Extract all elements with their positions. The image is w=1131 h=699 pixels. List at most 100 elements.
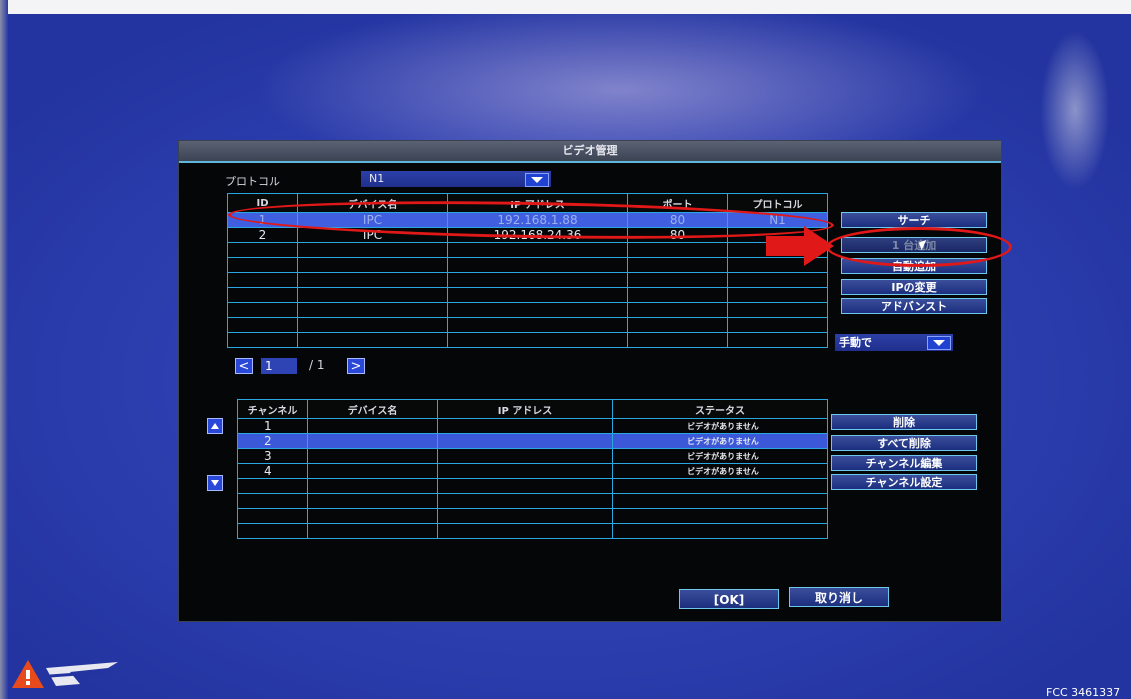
table-row[interactable]: 2 ビデオがありません (237, 433, 828, 449)
cell (307, 478, 438, 494)
cell (437, 523, 613, 539)
brand-logo (12, 660, 118, 688)
page-total: / 1 (309, 358, 325, 372)
cell (307, 463, 438, 479)
protocol-select[interactable]: N1 (361, 171, 551, 187)
cell (727, 317, 828, 333)
add-mode-value: 手動で (839, 336, 872, 349)
table-row[interactable] (227, 272, 828, 288)
col-header-device-name: デバイス名 (307, 399, 438, 419)
prev-page-button[interactable]: < (235, 358, 253, 374)
change-ip-button[interactable]: IPの変更 (841, 279, 987, 295)
cell (447, 332, 628, 348)
cell: 2 (227, 227, 298, 243)
cell (612, 493, 828, 509)
cell (307, 418, 438, 434)
cell (627, 302, 728, 318)
cell (627, 287, 728, 303)
cell (612, 478, 828, 494)
cell: ビデオがありません (612, 433, 828, 449)
scroll-down-button[interactable] (207, 475, 223, 491)
cell (727, 287, 828, 303)
cell: 1 (237, 418, 308, 434)
cell (227, 257, 298, 273)
cell: 4 (237, 463, 308, 479)
cell (297, 287, 448, 303)
cell (447, 287, 628, 303)
cell (297, 302, 448, 318)
cell: 2 (237, 433, 308, 449)
cell (297, 242, 448, 258)
cell (297, 332, 448, 348)
cell (447, 317, 628, 333)
delete-all-button[interactable]: すべて削除 (831, 435, 977, 451)
cell (447, 257, 628, 273)
cell (307, 433, 438, 449)
table-row[interactable] (237, 523, 828, 539)
table-row[interactable] (227, 332, 828, 348)
add-mode-select[interactable]: 手動で (835, 334, 953, 351)
cell: ビデオがありません (612, 448, 828, 464)
cell (307, 523, 438, 539)
screen-glare (1040, 30, 1110, 190)
cell: ビデオがありません (612, 418, 828, 434)
table-row[interactable]: 3 ビデオがありません (237, 448, 828, 464)
cell (612, 508, 828, 524)
chevron-down-icon[interactable] (525, 173, 549, 187)
cell (227, 302, 298, 318)
cell (437, 478, 613, 494)
cell (437, 463, 613, 479)
table-row[interactable] (227, 317, 828, 333)
cell (627, 332, 728, 348)
channel-table: チャンネル デバイス名 IP アドレス ステータス 1 ビデオがありません 2 … (237, 399, 828, 539)
cell: 3 (237, 448, 308, 464)
edit-channel-button[interactable]: チャンネル編集 (831, 455, 977, 471)
table-row[interactable] (227, 257, 828, 273)
monitor-bezel (0, 0, 1131, 14)
table-row[interactable] (227, 242, 828, 258)
cell (237, 478, 308, 494)
cell (227, 287, 298, 303)
cell (437, 493, 613, 509)
delete-button[interactable]: 削除 (831, 414, 977, 430)
table-row[interactable]: 4 ビデオがありません (237, 463, 828, 479)
serial-label: FCC 3461337 (1046, 686, 1121, 699)
ok-button[interactable]: [OK] (679, 589, 779, 609)
highlight-ellipse-button (826, 227, 1012, 267)
next-page-button[interactable]: > (347, 358, 365, 374)
cell (297, 272, 448, 288)
scroll-up-button[interactable] (207, 418, 223, 434)
table-row[interactable] (227, 287, 828, 303)
cancel-button[interactable]: 取り消し (789, 587, 889, 607)
cell (447, 272, 628, 288)
cell (627, 272, 728, 288)
table-row[interactable] (237, 493, 828, 509)
col-header-status: ステータス (612, 399, 828, 419)
cell (307, 448, 438, 464)
table-row[interactable]: 1 ビデオがありません (237, 418, 828, 434)
cell (627, 242, 728, 258)
cell (437, 418, 613, 434)
cell (437, 508, 613, 524)
cell (227, 317, 298, 333)
table-row[interactable] (227, 302, 828, 318)
cell (437, 448, 613, 464)
search-button[interactable]: サーチ (841, 212, 987, 228)
chevron-down-icon[interactable] (927, 336, 951, 350)
table-row[interactable] (237, 478, 828, 494)
cell (307, 493, 438, 509)
table-row[interactable] (237, 508, 828, 524)
cell (447, 302, 628, 318)
page-number-input[interactable]: 1 (261, 358, 297, 374)
cell (237, 523, 308, 539)
advanced-button[interactable]: アドバンスト (841, 298, 987, 314)
cell (227, 242, 298, 258)
dialog-title: ビデオ管理 (179, 141, 1001, 163)
cell (237, 493, 308, 509)
cell (727, 332, 828, 348)
red-arrow-icon (766, 226, 834, 266)
protocol-value: N1 (369, 172, 385, 185)
channel-settings-button[interactable]: チャンネル設定 (831, 474, 977, 490)
protocol-label: プロトコル (225, 175, 280, 188)
cell (727, 272, 828, 288)
